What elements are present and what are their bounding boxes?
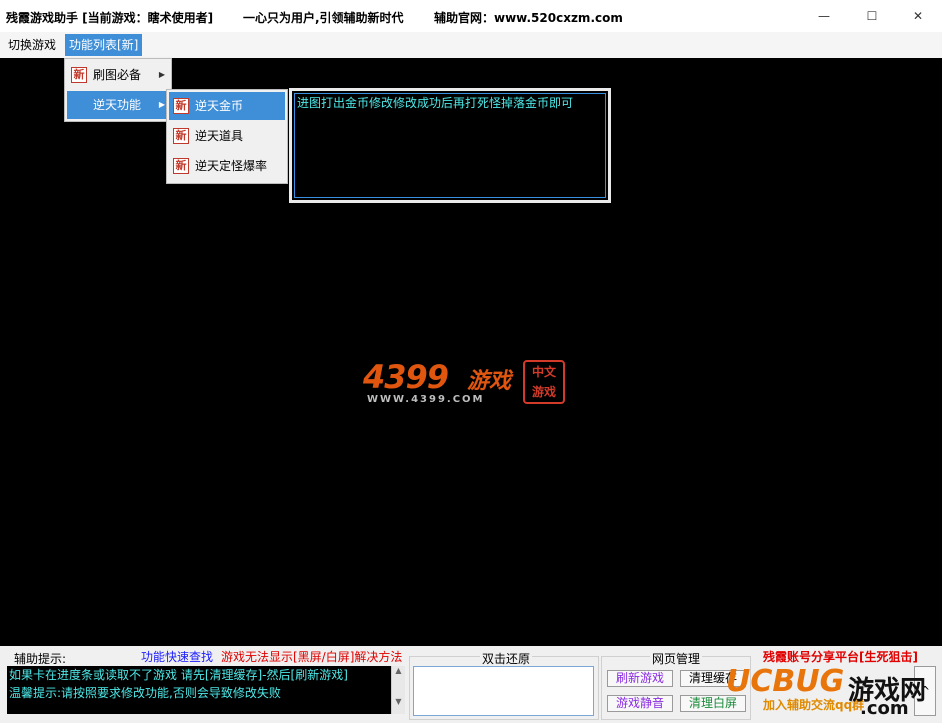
chevron-right-icon: ▶ [158,70,165,79]
feature-tip-text: 进图打出金币修改修改成功后再打死怪掉落金币即可 [294,93,606,198]
submenu-item-label: 逆天定怪爆率 [195,159,268,173]
logo-number: 4399 [363,358,449,396]
new-badge-icon: 新 [173,98,189,114]
mute-game-button[interactable]: 游戏静音 [607,695,673,712]
submenu-item-items[interactable]: 新 逆天道具 [169,122,285,150]
menu-bar: 切换游戏 功能列表[新] [0,32,942,58]
window-website: 辅助官网：www.520cxzm.com [434,11,623,25]
hint-scrollbar[interactable]: ▲ ▼ [391,666,405,714]
submenu-item-label: 逆天道具 [195,129,244,143]
web-manage-label: 网页管理 [650,650,703,667]
scroll-down-icon[interactable]: ▼ [392,697,405,706]
chevron-right-icon: ▶ [158,100,165,109]
quick-search-link[interactable]: 功能快速查找 [141,648,213,665]
logo-seal-line1: 中文 [531,365,556,379]
logo-game-text: 游戏 [467,369,512,394]
close-icon: ✕ [912,9,924,23]
hint-textbox[interactable]: 如果卡在进度条或读取不了游戏 请先[清理缓存]-然后[刷新游戏] 温馨提示:请按… [7,666,391,714]
dropdown-item-label: 刷图必备 [93,68,142,82]
menu-switch-game[interactable]: 切换游戏 [4,34,60,56]
feature-tip-box: 进图打出金币修改修改成功后再打死怪掉落金币即可 [289,88,611,203]
feature-dropdown: 新 刷图必备 ▶ 逆天功能 ▶ [64,58,172,122]
submenu-item-drop-rate[interactable]: 新 逆天定怪爆率 [169,152,285,180]
minimize-button[interactable]: — [801,0,847,32]
restore-box[interactable] [413,666,594,716]
new-badge-icon: 新 [173,158,189,174]
dropdown-item-label: 逆天功能 [93,98,142,112]
window-title: 残霞游戏助手 [当前游戏：瞎术使用者] [6,11,214,25]
submenu-item-label: 逆天金币 [195,99,244,113]
refresh-game-button[interactable]: 刷新游戏 [607,670,673,687]
logo-url: WWW.4399.COM [367,394,485,405]
scroll-up-icon[interactable]: ▲ [392,666,405,675]
maximize-button[interactable]: ☐ [849,0,895,32]
dropdown-item-map-essentials[interactable]: 新 刷图必备 ▶ [67,61,169,89]
logo-seal-line2: 游戏 [531,385,556,399]
minimize-icon: — [818,9,830,23]
window-slogan: 一心只为用户,引领辅助新时代 [243,11,404,25]
bottom-panel: 辅助提示: 功能快速查找 游戏无法显示[黑屏/白屏]解决方法 如果卡在进度条或读… [0,646,942,723]
game-logo: 4399 游戏 WWW.4399.COM 中文 游戏 [363,358,573,410]
new-badge-icon: 新 [71,67,87,83]
account-share-link[interactable]: 残霞账号分享平台[生死狙击] [763,648,918,665]
menu-feature-list[interactable]: 功能列表[新] [65,34,143,56]
dropdown-item-god-features[interactable]: 逆天功能 ▶ [67,91,169,119]
hint-line-1: 如果卡在进度条或读取不了游戏 请先[清理缓存]-然后[刷新游戏] [9,668,348,682]
close-button[interactable]: ✕ [895,0,941,32]
black-screen-fix-link[interactable]: 游戏无法显示[黑屏/白屏]解决方法 [221,648,402,665]
maximize-icon: ☐ [866,9,878,23]
submenu-item-gold[interactable]: 新 逆天金币 [169,92,285,120]
hint-line-2: 温馨提示:请按照要求修改功能,否则会导致修改失败 [9,686,281,700]
hint-label: 辅助提示: [14,652,67,666]
new-badge-icon: 新 [173,128,189,144]
watermark-brand: UCBUG [726,664,845,699]
logo-seal: 中文 游戏 [523,360,565,404]
title-bar: 残霞游戏助手 [当前游戏：瞎术使用者] 一心只为用户,引领辅助新时代 辅助官网：… [0,0,942,32]
watermark-com: .com [860,698,909,719]
double-click-restore-label: 双击还原 [480,650,533,667]
god-features-submenu: 新 逆天金币 新 逆天道具 新 逆天定怪爆率 [166,89,288,184]
